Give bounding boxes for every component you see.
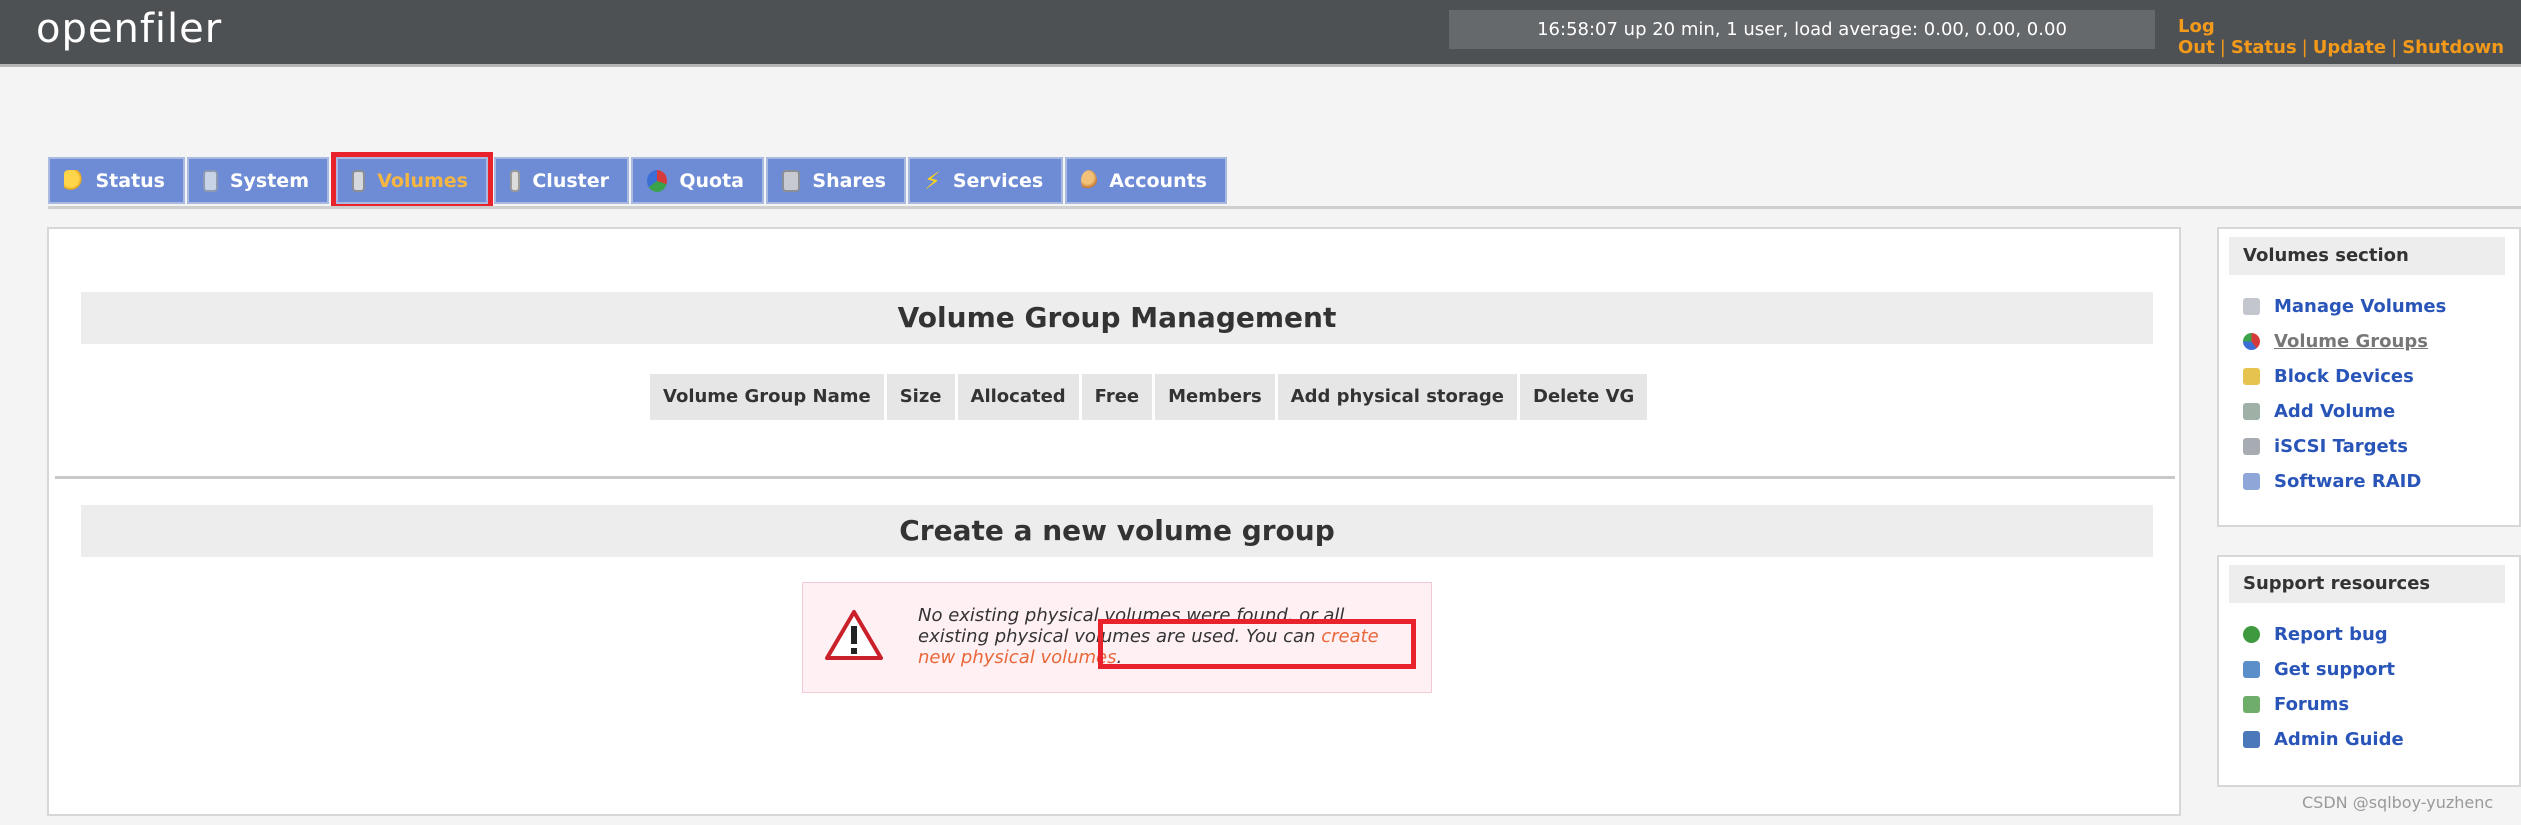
tab-cluster[interactable]: Cluster (494, 157, 629, 204)
forums-icon (2243, 696, 2260, 713)
iscsi-icon (2243, 438, 2260, 455)
tab-system[interactable]: System (187, 157, 329, 204)
support-resources-title: Support resources (2229, 565, 2505, 603)
volume-group-table-header: Volume Group Name Size Allocated Free Me… (650, 374, 1648, 420)
column-header: Delete VG (1520, 374, 1648, 420)
highlight-box (1098, 619, 1416, 669)
sidebar-item-label[interactable]: Manage Volumes (2274, 296, 2446, 317)
sun-icon (64, 169, 84, 192)
tab-label: Volumes (377, 169, 468, 192)
top-links: Log Out | Status | Update | Shutdown (2178, 16, 2521, 58)
support-resources-box: Support resources Report bug Get support… (2217, 555, 2521, 787)
sidebar-item-label[interactable]: Volume Groups (2274, 331, 2428, 352)
sidebar-item-label[interactable]: Get support (2274, 659, 2395, 680)
sidebar-item-admin-guide[interactable]: Admin Guide (2243, 722, 2519, 757)
volume-groups-icon (2243, 333, 2260, 350)
sidebar-item-label[interactable]: Software RAID (2274, 471, 2421, 492)
uptime-status: 16:58:07 up 20 min, 1 user, load average… (1449, 10, 2155, 49)
support-resources-list: Report bug Get support Forums Admin Guid… (2219, 617, 2519, 757)
block-devices-icon (2243, 368, 2260, 385)
volumes-section-list: Manage Volumes Volume Groups Block Devic… (2219, 289, 2519, 499)
status-link[interactable]: Status (2231, 37, 2297, 58)
tab-label: Shares (812, 169, 886, 192)
tab-quota[interactable]: Quota (631, 157, 764, 204)
sidebar-item-label[interactable]: Block Devices (2274, 366, 2414, 387)
link-separator: | (2219, 37, 2226, 58)
tab-label: Cluster (532, 169, 609, 192)
add-volume-icon (2243, 403, 2260, 420)
book-icon (2243, 731, 2260, 748)
tab-accounts[interactable]: Accounts (1065, 157, 1227, 204)
warning-icon (825, 610, 883, 660)
sidebar-item-manage-volumes[interactable]: Manage Volumes (2243, 289, 2519, 324)
pie-icon (647, 169, 668, 192)
volumes-section-box: Volumes section Manage Volumes Volume Gr… (2217, 227, 2521, 527)
sidebar-item-label[interactable]: Add Volume (2274, 401, 2395, 422)
column-header: Allocated (957, 374, 1079, 420)
sidebar-item-add-volume[interactable]: Add Volume (2243, 394, 2519, 429)
column-header: Members (1155, 374, 1275, 420)
header-bar: openfiler 16:58:07 up 20 min, 1 user, lo… (0, 0, 2521, 67)
sidebar-item-block-devices[interactable]: Block Devices (2243, 359, 2519, 394)
sidebar-item-label[interactable]: iSCSI Targets (2274, 436, 2408, 457)
openfiler-logo[interactable]: openfiler (36, 6, 222, 52)
cluster-icon (510, 169, 521, 192)
sidebar-item-volume-groups[interactable]: Volume Groups (2243, 324, 2519, 359)
monitor-icon (203, 169, 218, 192)
volumes-icon (2243, 298, 2260, 315)
sidebar-item-label[interactable]: Admin Guide (2274, 729, 2404, 750)
tab-label: System (229, 169, 309, 192)
sidebar-item-forums[interactable]: Forums (2243, 687, 2519, 722)
users-icon (1081, 169, 1098, 192)
main-panel: Volume Group Management Volume Group Nam… (47, 227, 2181, 816)
tab-services[interactable]: ⚡ Services (908, 157, 1063, 204)
sidebar-item-report-bug[interactable]: Report bug (2243, 617, 2519, 652)
watermark: CSDN @sqlboy-yuzhenc (2302, 793, 2494, 812)
tab-shares[interactable]: Shares (766, 157, 906, 204)
sidebar-item-get-support[interactable]: Get support (2243, 652, 2519, 687)
section-divider (55, 476, 2175, 479)
logout-link[interactable]: Log Out (2178, 16, 2215, 58)
disk-icon (352, 169, 366, 192)
column-header: Free (1081, 374, 1153, 420)
update-link[interactable]: Update (2313, 37, 2386, 58)
raid-icon (2243, 473, 2260, 490)
tab-label: Status (95, 169, 165, 192)
tab-label: Quota (679, 169, 744, 192)
volume-group-management-title: Volume Group Management (81, 292, 2153, 344)
sidebar-item-iscsi-targets[interactable]: iSCSI Targets (2243, 429, 2519, 464)
lightning-icon: ⚡ (924, 166, 941, 195)
tab-label: Accounts (1109, 169, 1207, 192)
tab-label: Services (952, 169, 1044, 192)
link-separator: | (2301, 37, 2308, 58)
main-tabs: Status System Volumes Cluster Quota Shar… (48, 152, 1229, 209)
link-separator: | (2391, 37, 2398, 58)
column-header: Volume Group Name (650, 374, 884, 420)
bug-icon (2243, 626, 2260, 643)
column-header: Size (886, 374, 955, 420)
tab-volumes[interactable]: Volumes (331, 152, 493, 209)
tab-status[interactable]: Status (48, 157, 185, 204)
sidebar-item-label[interactable]: Forums (2274, 694, 2349, 715)
sidebar-item-label[interactable]: Report bug (2274, 624, 2388, 645)
volumes-section-title: Volumes section (2229, 237, 2505, 275)
column-header: Add physical storage (1277, 374, 1518, 420)
create-volume-group-title: Create a new volume group (81, 505, 2153, 557)
sidebar-item-software-raid[interactable]: Software RAID (2243, 464, 2519, 499)
support-icon (2243, 661, 2260, 678)
shutdown-link[interactable]: Shutdown (2402, 37, 2504, 58)
tab-underline (48, 206, 2521, 209)
drive-icon (782, 169, 801, 192)
